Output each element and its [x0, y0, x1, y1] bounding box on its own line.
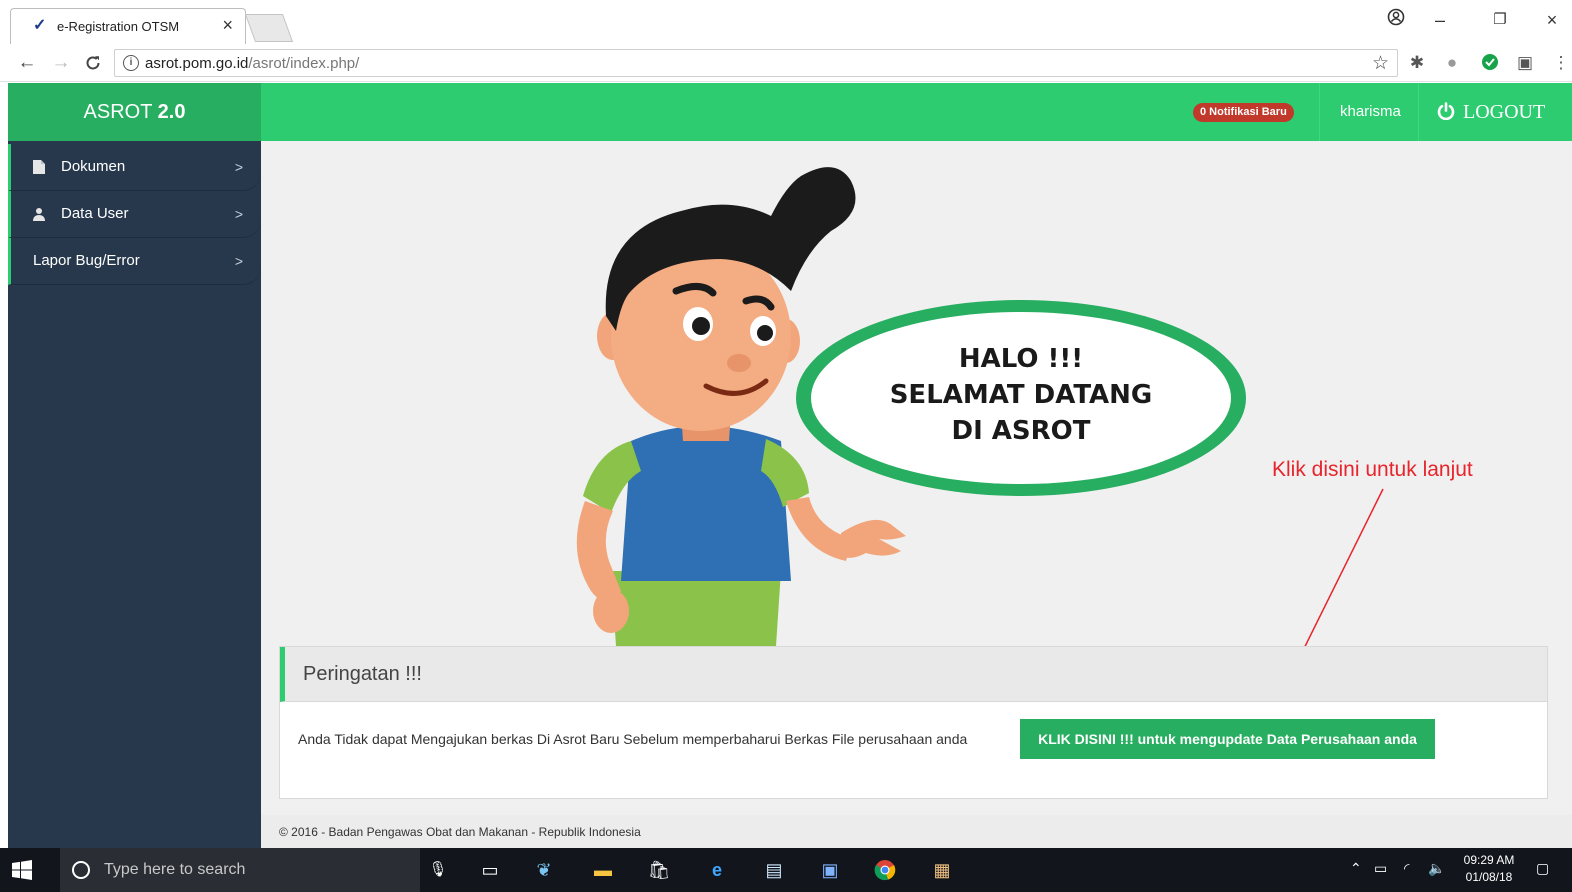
browser-menu-icon[interactable]: ⋮ [1550, 53, 1572, 73]
minimize-button[interactable]: – [1426, 8, 1454, 32]
brand-version: 2.0 [157, 101, 186, 123]
warning-panel: Peringatan !!! Anda Tidak dapat Mengajuk… [279, 646, 1548, 799]
reload-icon[interactable] [82, 52, 104, 78]
clock-date: 01/08/18 [1465, 870, 1513, 884]
windows-start-icon[interactable] [12, 860, 32, 880]
url-text: asrot.pom.go.id/asrot/index.php/ [145, 55, 359, 72]
browser-tab[interactable]: ✓ e-Registration OTSM × [10, 8, 246, 44]
power-icon [1437, 102, 1455, 120]
tab-title: e-Registration OTSM [57, 19, 180, 34]
media-app-icon[interactable]: ▣ [818, 859, 842, 881]
document-icon [33, 144, 45, 190]
windows-taskbar: Type here to search 🎙 ▭ ❦ ▬ 🛍 e ▤ ▣ ▦ ⌃ … [0, 848, 1572, 892]
back-arrow-icon[interactable]: ← [16, 52, 38, 74]
navbar-divider [1418, 83, 1419, 141]
sidebar-item-data-user[interactable]: Data User > [8, 191, 261, 238]
sidebar-item-label: Dokumen [61, 158, 126, 175]
cortana-icon [72, 861, 90, 879]
dolphin-app-icon[interactable]: ❦ [532, 859, 556, 881]
top-navbar: 0 Notifikasi Baru kharisma LOGOUT [261, 83, 1572, 141]
chevron-right-icon: > [234, 159, 243, 175]
sidebar-item-lapor-bug[interactable]: Lapor Bug/Error > [8, 238, 261, 285]
system-clock[interactable]: 09:29 AM 01/08/18 [1458, 852, 1520, 886]
notification-badge[interactable]: 0 Notifikasi Baru [1193, 103, 1294, 122]
extension-bug-icon[interactable]: ✱ [1406, 53, 1428, 73]
main-content: HALO !!! SELAMAT DATANG DI ASROT Klik di… [261, 141, 1572, 848]
sidebar-item-label: Lapor Bug/Error [33, 252, 140, 269]
network-app-icon[interactable]: ▤ [762, 859, 786, 881]
footer-copyright: © 2016 - Badan Pengawas Obat dan Makanan… [279, 825, 641, 839]
user-icon [33, 191, 45, 237]
site-info-icon[interactable]: i [123, 55, 139, 71]
footer: © 2016 - Badan Pengawas Obat dan Makanan… [261, 815, 1572, 848]
logout-label: LOGOUT [1463, 101, 1546, 123]
address-bar[interactable]: i asrot.pom.go.id/asrot/index.php/ ☆ [114, 49, 1398, 77]
sidebar-item-label: Data User [61, 205, 129, 222]
taskbar-search[interactable]: Type here to search [60, 848, 420, 892]
chevron-right-icon: > [234, 253, 243, 269]
brand-name: ASROT [83, 101, 153, 123]
browser-toolbar: ← → i asrot.pom.go.id/asrot/index.php/ ☆… [0, 44, 1572, 82]
restore-button[interactable]: ❐ [1486, 8, 1514, 32]
url-path: /asrot/index.php/ [248, 55, 360, 72]
forward-arrow-icon[interactable]: → [50, 52, 72, 74]
clock-time: 09:29 AM [1463, 853, 1515, 867]
checkmark-favicon-icon: ✓ [33, 17, 47, 34]
wifi-icon[interactable]: ◜ [1404, 860, 1409, 877]
extension-green-icon[interactable] [1479, 53, 1501, 76]
warning-title: Peringatan !!! [303, 663, 422, 685]
tab-close-icon[interactable]: × [222, 15, 233, 35]
asrot-app: ASROT 2.0 Dokumen > Data User > Lapor Bu… [8, 83, 1572, 848]
update-company-data-button[interactable]: KLIK DISINI !!! untuk mengupdate Data Pe… [1020, 719, 1435, 759]
close-window-button[interactable]: × [1538, 8, 1566, 32]
brand-logo[interactable]: ASROT 2.0 [8, 83, 261, 141]
microphone-icon[interactable]: 🎙 [426, 859, 450, 881]
warning-panel-header: Peringatan !!! [280, 647, 1547, 702]
profile-icon[interactable] [1382, 8, 1410, 32]
calendar-app-icon[interactable]: ▦ [930, 859, 954, 881]
new-tab-button[interactable] [244, 14, 294, 42]
sidebar: ASROT 2.0 Dokumen > Data User > Lapor Bu… [8, 83, 261, 848]
extension-image-icon[interactable]: ▣ [1514, 53, 1536, 73]
warning-message: Anda Tidak dapat Mengajukan berkas Di As… [298, 731, 968, 747]
extension-gray-icon[interactable]: ● [1441, 53, 1463, 73]
user-menu[interactable]: kharisma [1340, 103, 1401, 120]
navbar-divider [1319, 83, 1320, 141]
logout-button[interactable]: LOGOUT [1437, 83, 1545, 141]
battery-icon[interactable]: ▭ [1374, 860, 1387, 877]
volume-icon[interactable]: 🔈 [1428, 860, 1445, 877]
sidebar-item-dokumen[interactable]: Dokumen > [8, 144, 261, 191]
file-explorer-icon[interactable]: ▬ [591, 859, 615, 881]
chrome-icon[interactable] [873, 859, 897, 881]
browser-tab-strip: ✓ e-Registration OTSM × – ❐ × [0, 0, 1572, 44]
url-host: asrot.pom.go.id [145, 55, 249, 72]
edge-icon[interactable]: e [705, 859, 729, 881]
store-icon[interactable]: 🛍 [647, 859, 671, 881]
chevron-right-icon: > [234, 206, 243, 222]
task-view-icon[interactable]: ▭ [478, 859, 502, 881]
notification-center-icon[interactable]: ▢ [1536, 860, 1549, 877]
bookmark-star-icon[interactable]: ☆ [1372, 52, 1389, 75]
search-placeholder: Type here to search [104, 861, 246, 878]
tray-chevron-icon[interactable]: ⌃ [1350, 860, 1362, 877]
